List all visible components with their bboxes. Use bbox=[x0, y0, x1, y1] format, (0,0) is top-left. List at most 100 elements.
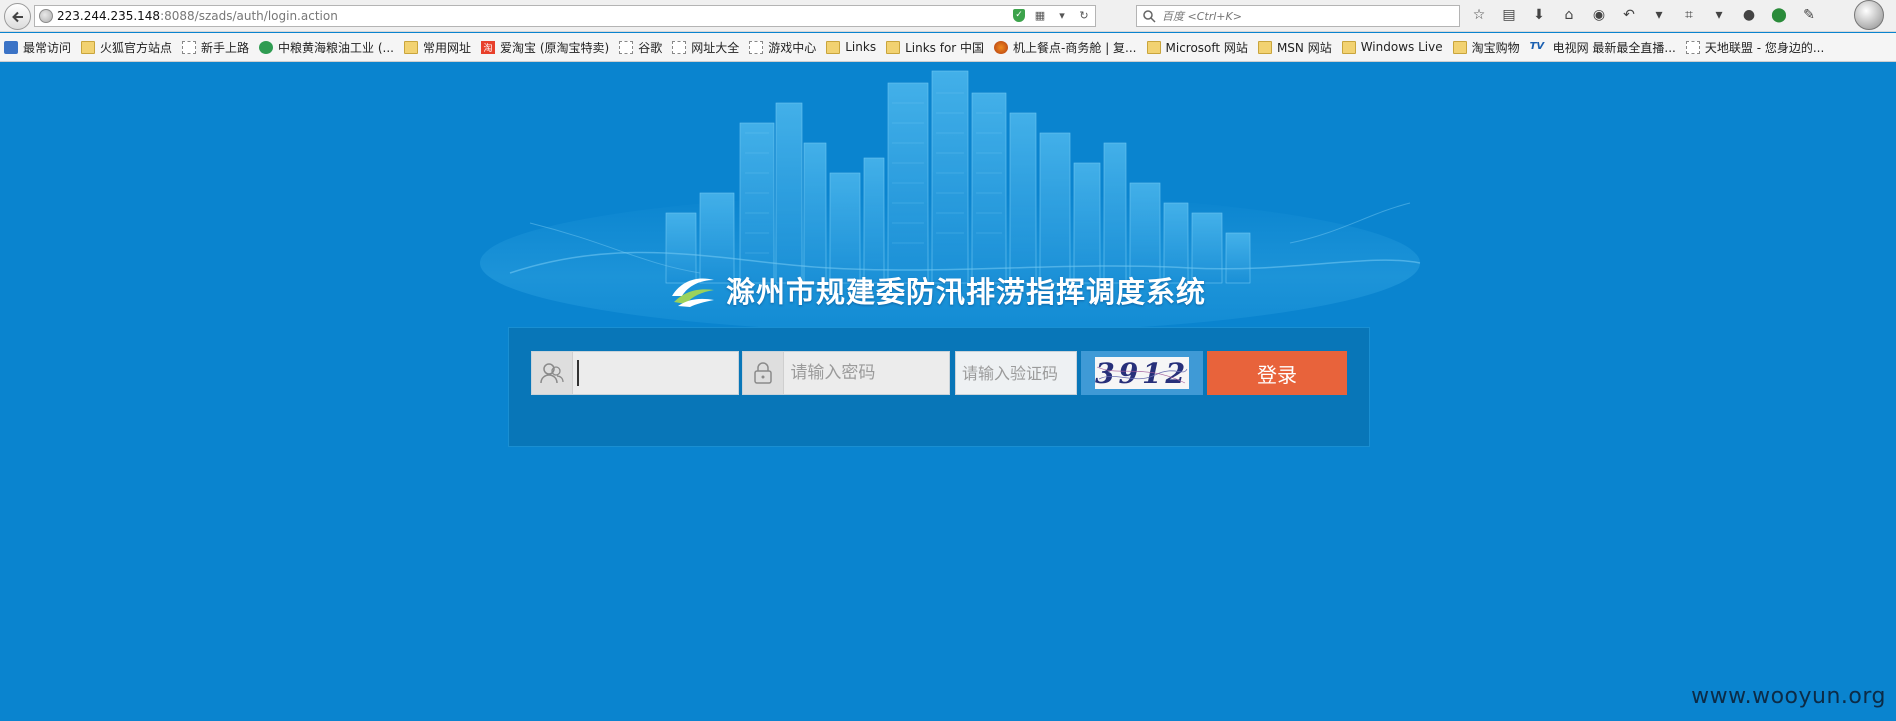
toolbar-icons: ☆ ▤ ⬇ ⌂ ◉ ↶ ▾ ⌗ ▾ ● ⬤ ✎ bbox=[1470, 6, 1818, 24]
browser-menu-icon[interactable] bbox=[1854, 0, 1884, 30]
bookmark-label: 天地联盟 - 您身边的... bbox=[1704, 40, 1825, 55]
bookmark-item[interactable]: 机上餐点-商务舱 | 复... bbox=[994, 39, 1137, 56]
site-header: 滁州市规建委防汛排涝指挥调度系统 bbox=[668, 269, 1206, 311]
undo-dropdown-icon[interactable]: ▾ bbox=[1650, 6, 1668, 24]
login-button[interactable]: 登录 bbox=[1207, 351, 1347, 395]
bookmark-label: 爱淘宝 (原淘宝特卖) bbox=[500, 40, 610, 55]
bookmark-item[interactable]: 网址大全 bbox=[672, 39, 739, 56]
folder-icon bbox=[1452, 40, 1467, 54]
dropdown-arrow-icon[interactable]: ▾ bbox=[1055, 8, 1069, 22]
bookmark-item[interactable]: 最常访问 bbox=[4, 39, 71, 56]
bookmark-item[interactable]: 谷歌 bbox=[619, 39, 662, 56]
url-bar-tools: ✓ ▦ ▾ ↻ bbox=[1013, 8, 1091, 22]
bookmark-label: 淘宝购物 bbox=[1471, 40, 1520, 55]
bookmark-item[interactable]: 常用网址 bbox=[404, 39, 471, 56]
frequent-icon bbox=[4, 40, 18, 54]
message-icon[interactable]: ● bbox=[1740, 6, 1758, 24]
captcha-field bbox=[955, 351, 1077, 395]
back-arrow-icon bbox=[11, 11, 23, 22]
bookmark-label: MSN 网站 bbox=[1276, 40, 1332, 55]
bookmark-label: 常用网址 bbox=[423, 40, 472, 55]
bookmark-item[interactable]: MSN 网站 bbox=[1257, 39, 1332, 56]
folder-icon bbox=[886, 40, 901, 54]
search-icon bbox=[1143, 9, 1156, 23]
username-field bbox=[531, 351, 739, 395]
shield-addon-icon[interactable]: ⬤ bbox=[1770, 6, 1788, 24]
search-bar[interactable]: 百度 <Ctrl+K> bbox=[1136, 5, 1460, 27]
firefox-icon bbox=[994, 40, 1009, 54]
bookmark-label: 最常访问 bbox=[23, 40, 72, 55]
login-form: 3912 登录 bbox=[508, 327, 1370, 447]
reload-icon[interactable]: ↻ bbox=[1077, 8, 1091, 22]
url-host: 223.244.235.148 bbox=[57, 9, 161, 23]
download-icon[interactable]: ⬇ bbox=[1530, 6, 1548, 24]
bookmark-item[interactable]: 火狐官方站点 bbox=[81, 39, 172, 56]
folder-icon bbox=[81, 40, 96, 54]
bookmark-item[interactable]: Windows Live bbox=[1341, 40, 1443, 54]
taobao-icon: 淘 bbox=[481, 40, 496, 54]
bookmark-item[interactable]: 中粮黄海粮油工业 (... bbox=[259, 39, 394, 56]
logo-icon bbox=[672, 278, 714, 307]
bookmark-label: Links bbox=[845, 40, 877, 54]
login-page: 滁州市规建委防汛排涝指挥调度系统 请输入验证码 3912 登录 www.wooy… bbox=[0, 63, 1896, 721]
bookmark-label: 机上餐点-商务舱 | 复... bbox=[1013, 40, 1137, 55]
folder-icon bbox=[1257, 40, 1272, 54]
page-icon bbox=[619, 40, 634, 54]
crop-icon[interactable]: ⌗ bbox=[1680, 6, 1698, 24]
bookmark-label: Microsoft 网站 bbox=[1165, 40, 1248, 55]
bookmark-label: 电视网 最新最全直播... bbox=[1552, 40, 1676, 55]
page-icon bbox=[182, 40, 197, 54]
bookmark-item[interactable]: Microsoft 网站 bbox=[1146, 39, 1248, 56]
page-icon bbox=[749, 40, 764, 54]
globe-icon bbox=[39, 9, 53, 23]
bookmark-label: Links for 中国 bbox=[905, 40, 985, 55]
url-path: :8088/szads/auth/login.action bbox=[160, 9, 338, 23]
chat-icon[interactable]: ◉ bbox=[1590, 6, 1608, 24]
folder-icon bbox=[1341, 40, 1356, 54]
tv-icon: TV bbox=[1529, 40, 1545, 52]
page-icon bbox=[1685, 40, 1700, 54]
browser-navigation-bar: 223.244.235.148:8088/szads/auth/login.ac… bbox=[0, 0, 1896, 32]
captcha-input[interactable] bbox=[956, 353, 1076, 393]
bookmark-label: 游戏中心 bbox=[768, 40, 817, 55]
bookmark-item[interactable]: 游戏中心 bbox=[749, 39, 816, 56]
home-icon[interactable]: ⌂ bbox=[1560, 6, 1578, 24]
user-icon bbox=[532, 352, 573, 394]
bookmark-label: 网址大全 bbox=[691, 40, 740, 55]
lock-icon bbox=[743, 352, 785, 394]
bookmark-label: Windows Live bbox=[1360, 40, 1443, 54]
username-input[interactable] bbox=[576, 360, 738, 386]
bookmark-label: 火狐官方站点 bbox=[100, 40, 173, 55]
bookmark-star-icon[interactable]: ☆ bbox=[1470, 6, 1488, 24]
page-title: 滁州市规建委防汛排涝指挥调度系统 bbox=[726, 275, 1207, 309]
url-bar[interactable]: 223.244.235.148:8088/szads/auth/login.ac… bbox=[34, 5, 1096, 27]
folder-icon bbox=[1146, 40, 1161, 54]
reading-list-icon[interactable]: ▤ bbox=[1500, 6, 1518, 24]
bookmark-item[interactable]: 淘宝购物 bbox=[1452, 39, 1520, 56]
bookmarks-toolbar: 最常访问 火狐官方站点 新手上路 中粮黄海粮油工业 (... 常用网址淘爱淘宝 (原淘宝… bbox=[0, 33, 1896, 62]
folder-icon bbox=[404, 40, 418, 54]
captcha-noise-icon bbox=[1096, 366, 1188, 384]
bookmark-label: 谷歌 bbox=[638, 40, 663, 55]
bookmark-item[interactable]: 天地联盟 - 您身边的... bbox=[1685, 39, 1825, 56]
back-button[interactable] bbox=[4, 3, 31, 30]
bookmark-item[interactable]: Links bbox=[826, 40, 876, 54]
page-icon bbox=[672, 40, 687, 54]
bookmark-item[interactable]: TV 电视网 最新最全直播... bbox=[1530, 39, 1676, 56]
crop-dropdown-icon[interactable]: ▾ bbox=[1710, 6, 1728, 24]
bookmark-label: 中粮黄海粮油工业 (... bbox=[278, 40, 394, 55]
watermark: www.wooyun.org bbox=[1691, 684, 1886, 709]
bookmark-item[interactable]: Links for 中国 bbox=[886, 39, 984, 56]
password-input[interactable] bbox=[784, 353, 949, 393]
plugin-icon[interactable]: ✎ bbox=[1800, 6, 1818, 24]
search-placeholder: 百度 <Ctrl+K> bbox=[1162, 10, 1242, 23]
security-shield-icon[interactable]: ✓ bbox=[1013, 8, 1025, 22]
bookmark-label: 新手上路 bbox=[201, 40, 250, 55]
undo-icon[interactable]: ↶ bbox=[1620, 6, 1638, 24]
qr-code-icon[interactable]: ▦ bbox=[1033, 8, 1047, 22]
bookmark-item[interactable]: 淘爱淘宝 (原淘宝特卖) bbox=[481, 39, 609, 56]
captcha-image[interactable]: 3912 bbox=[1095, 357, 1189, 389]
captcha-image-container[interactable]: 3912 bbox=[1081, 351, 1203, 395]
bookmark-item[interactable]: 新手上路 bbox=[182, 39, 249, 56]
folder-icon bbox=[826, 40, 841, 54]
